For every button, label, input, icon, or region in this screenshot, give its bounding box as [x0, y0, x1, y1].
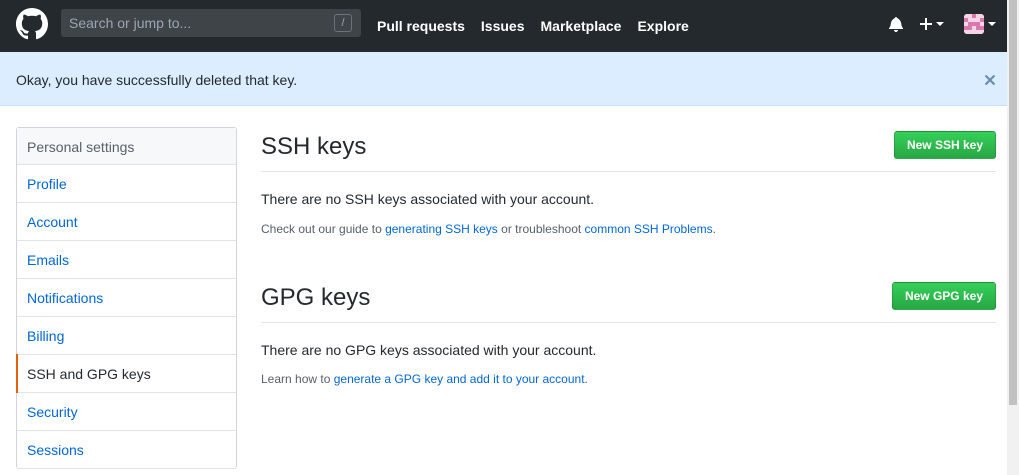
ssh-empty-message: There are no SSH keys associated with yo… [261, 191, 595, 207]
close-icon[interactable] [982, 72, 998, 88]
gpg-note-suffix: . [584, 372, 588, 386]
gpg-help-note: Learn how to generate a GPG key and add … [261, 372, 588, 386]
new-gpg-key-button[interactable]: New GPG key [891, 282, 996, 310]
search-input[interactable] [69, 9, 329, 37]
sidebar-item-ssh-gpg-keys[interactable]: SSH and GPG keys [16, 354, 236, 393]
sidebar-item-account[interactable]: Account [17, 203, 236, 241]
github-logo-icon[interactable] [16, 8, 48, 40]
gpg-empty-message: There are no GPG keys associated with yo… [261, 342, 597, 358]
flash-notice: Okay, you have successfully deleted that… [0, 52, 1007, 106]
gpg-keys-title: GPG keys [261, 284, 371, 311]
chevron-down-icon [936, 22, 944, 26]
scrollbar-thumb[interactable] [1009, 0, 1017, 405]
ssh-note-suffix: . [712, 222, 716, 236]
nav-issues[interactable]: Issues [481, 18, 525, 34]
ssh-divider [261, 171, 996, 172]
header-nav: Pull requests Issues Marketplace Explore [377, 0, 705, 52]
create-new-dropdown[interactable] [920, 14, 950, 34]
page-scrollbar[interactable] [1007, 0, 1019, 475]
identicon [964, 14, 984, 34]
common-ssh-problems-link[interactable]: common SSH Problems [585, 222, 713, 236]
generate-gpg-key-link[interactable]: generate a GPG key and add it to your ac… [334, 372, 585, 386]
avatar [964, 14, 984, 34]
sidebar-item-notifications[interactable]: Notifications [17, 279, 236, 317]
search-box: / [61, 9, 361, 37]
ssh-note-prefix: Check out our guide to [261, 222, 386, 236]
chevron-down-icon [988, 22, 996, 26]
new-ssh-key-button[interactable]: New SSH key [893, 131, 996, 159]
global-header: / Pull requests Issues Marketplace Explo… [0, 0, 1007, 52]
gpg-divider [261, 322, 996, 323]
flash-message: Okay, you have successfully deleted that… [16, 72, 298, 88]
search-shortcut-hint: / [334, 14, 352, 32]
plus-icon [920, 18, 932, 30]
nav-explore[interactable]: Explore [637, 18, 688, 34]
sidebar-item-security[interactable]: Security [17, 393, 236, 431]
sidebar-item-emails[interactable]: Emails [17, 241, 236, 279]
generating-ssh-keys-link[interactable]: generating SSH keys [385, 222, 498, 236]
bell-icon[interactable] [888, 16, 904, 32]
ssh-note-middle: or troubleshoot [497, 222, 585, 236]
nav-marketplace[interactable]: Marketplace [541, 18, 622, 34]
sidebar-item-sessions[interactable]: Sessions [17, 431, 236, 469]
sidebar-header: Personal settings [17, 128, 236, 165]
sidebar-item-profile[interactable]: Profile [17, 165, 236, 203]
sidebar-item-billing[interactable]: Billing [17, 317, 236, 355]
nav-pull-requests[interactable]: Pull requests [377, 18, 465, 34]
ssh-keys-title: SSH keys [261, 133, 367, 160]
ssh-help-note: Check out our guide to generating SSH ke… [261, 222, 716, 236]
gpg-note-prefix: Learn how to [261, 372, 334, 386]
user-menu-dropdown[interactable] [964, 14, 998, 34]
settings-sidebar: Personal settings Profile Account Emails… [16, 127, 237, 469]
